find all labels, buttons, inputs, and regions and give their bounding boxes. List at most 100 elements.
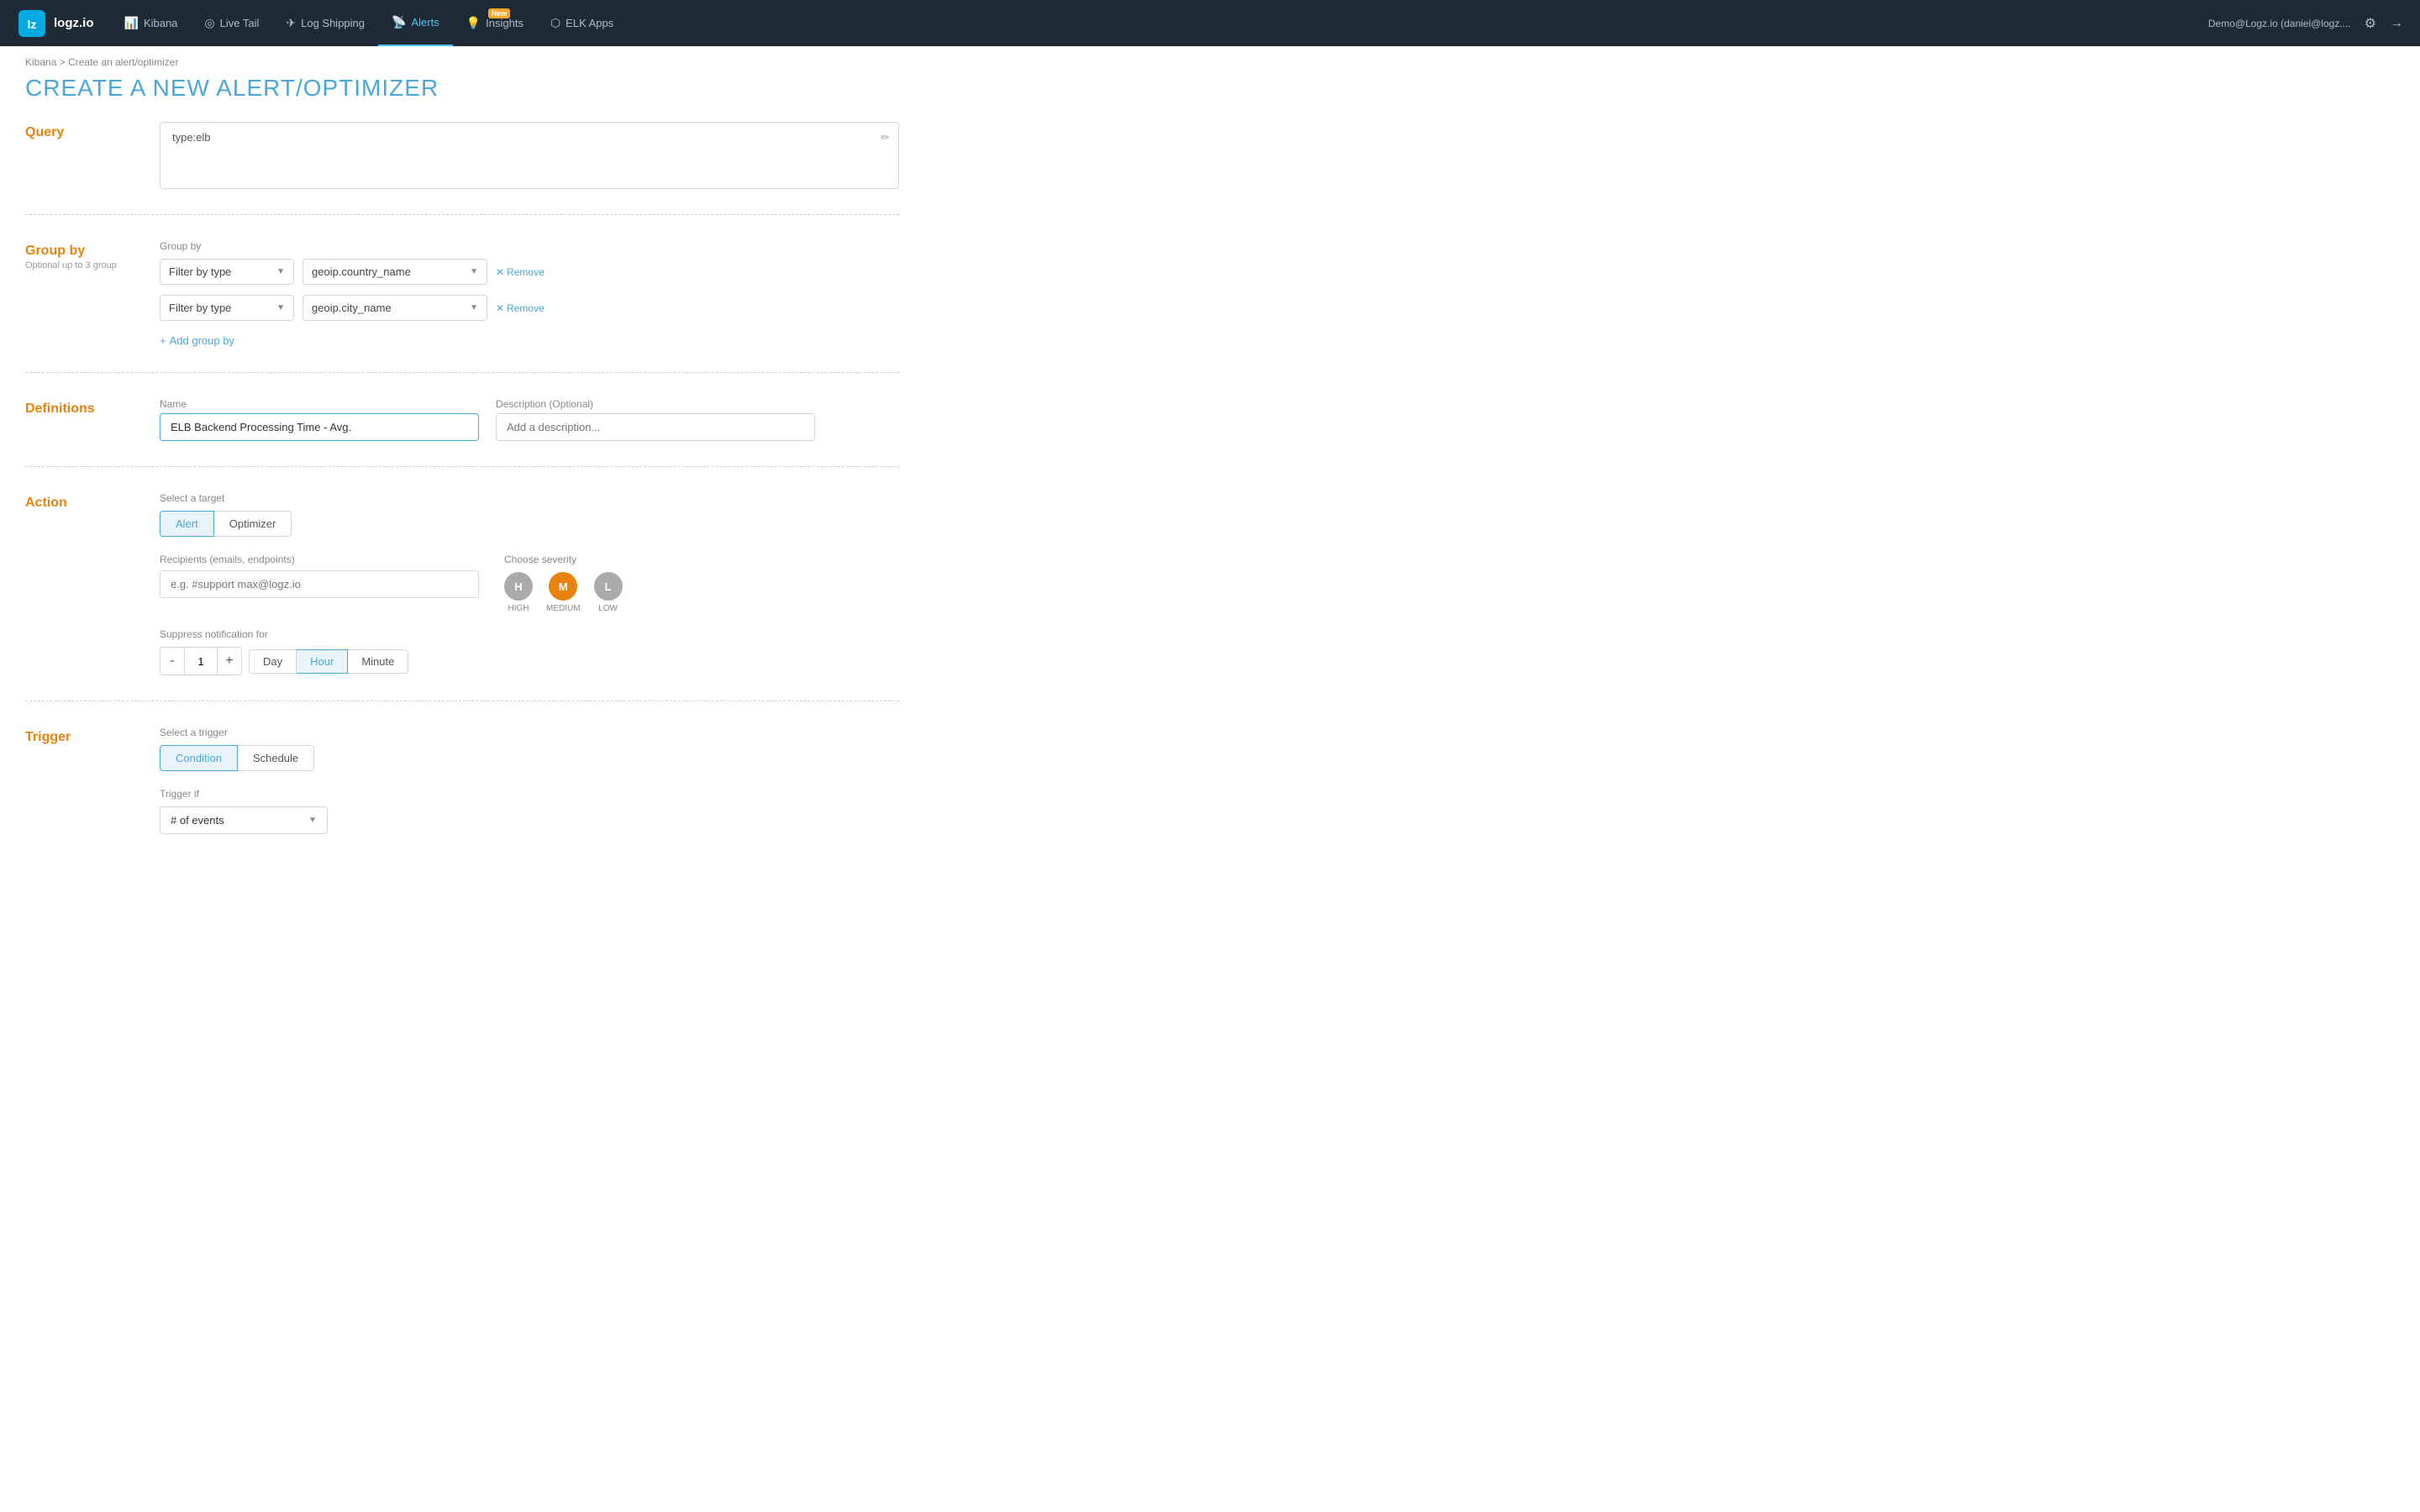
- group-by-field-select-2[interactable]: geoip.city_name ▼: [302, 295, 487, 321]
- condition-button[interactable]: Condition: [160, 745, 238, 771]
- group-by-row-2: Filter by type ▼ geoip.city_name ▼ ✕ Rem…: [160, 295, 899, 321]
- query-value: type:elb: [172, 131, 211, 144]
- nav-alerts-label: Alerts: [411, 16, 439, 29]
- suppress-minus-button[interactable]: -: [160, 648, 184, 675]
- action-section: Action Select a target Alert Optimizer R…: [25, 492, 899, 701]
- page-title: CREATE A NEW ALERT/OPTIMIZER: [0, 75, 2420, 122]
- remove-group-1-button[interactable]: ✕ Remove: [496, 266, 544, 278]
- breadcrumb-separator: >: [60, 56, 66, 68]
- nav-elk-apps[interactable]: ⬡ ELK Apps: [537, 0, 627, 46]
- group-by-field-select-1[interactable]: geoip.country_name ▼: [302, 259, 487, 285]
- trigger-if-select[interactable]: # of events ▼: [160, 806, 328, 834]
- suppress-row: - + Day Hour Minute: [160, 647, 899, 675]
- recipients-section: Recipients (emails, endpoints): [160, 554, 479, 598]
- severity-high-label: HIGH: [508, 604, 529, 613]
- severity-low-circle: L: [594, 572, 623, 601]
- group-by-row-1: Filter by type ▼ geoip.country_name ▼ ✕ …: [160, 259, 899, 285]
- group-by-section-label: Group by Optional up to 3 group: [25, 240, 160, 270]
- severity-label: Choose severity: [504, 554, 623, 565]
- schedule-button[interactable]: Schedule: [238, 745, 314, 771]
- group-by-type-select-1[interactable]: Filter by type ▼: [160, 259, 294, 285]
- breadcrumb-kibana[interactable]: Kibana: [25, 56, 56, 68]
- nav-live-tail[interactable]: ◎ Live Tail: [191, 0, 272, 46]
- settings-button[interactable]: ⚙: [2365, 15, 2376, 32]
- chevron-down-icon: ▼: [308, 816, 317, 825]
- severity-low[interactable]: L LOW: [594, 572, 623, 613]
- nav-live-tail-label: Live Tail: [220, 17, 260, 29]
- definitions-section: Definitions Name Description (Optional): [25, 398, 899, 467]
- severity-high[interactable]: H HIGH: [504, 572, 533, 613]
- nav-alerts[interactable]: 📡 Alerts: [378, 0, 453, 46]
- severity-medium[interactable]: M MEDIUM: [546, 572, 581, 613]
- kibana-icon: 📊: [124, 16, 139, 30]
- trigger-if-label: Trigger if: [160, 788, 899, 800]
- definitions-section-label: Definitions: [25, 398, 160, 417]
- navbar-right: Demo@Logz.io (daniel@logz.... ⚙ →: [2208, 15, 2403, 32]
- main-content: Query type:elb ✏ Group by Optional up to…: [0, 122, 924, 935]
- query-box[interactable]: type:elb ✏: [160, 122, 899, 189]
- time-button-group: Day Hour Minute: [249, 649, 408, 674]
- recipients-row: Recipients (emails, endpoints) Choose se…: [160, 554, 899, 615]
- trigger-section: Trigger Select a trigger Condition Sched…: [25, 727, 899, 859]
- logo[interactable]: lz logz.io: [17, 8, 94, 39]
- recipients-input[interactable]: [160, 570, 479, 598]
- action-section-body: Select a target Alert Optimizer Recipien…: [160, 492, 899, 675]
- time-hour-button[interactable]: Hour: [297, 649, 348, 674]
- alerts-icon: 📡: [392, 15, 406, 29]
- nav-insights[interactable]: 💡 Insights New: [453, 0, 537, 46]
- severity-high-circle: H: [504, 572, 533, 601]
- chevron-down-icon: ▼: [276, 303, 285, 312]
- remove-2-x-icon: ✕: [496, 302, 504, 314]
- navbar: lz logz.io 📊 Kibana ◎ Live Tail ✈ Log Sh…: [0, 0, 2420, 46]
- group-by-section: Group by Optional up to 3 group Group by…: [25, 240, 899, 373]
- suppress-value-input[interactable]: [184, 648, 218, 675]
- definitions-row: Name Description (Optional): [160, 398, 899, 441]
- alert-button[interactable]: Alert: [160, 511, 214, 537]
- suppress-plus-button[interactable]: +: [218, 648, 241, 675]
- nav-log-shipping[interactable]: ✈ Log Shipping: [272, 0, 378, 46]
- plus-icon: +: [160, 334, 166, 347]
- time-minute-button[interactable]: Minute: [348, 649, 408, 674]
- trigger-section-body: Select a trigger Condition Schedule Trig…: [160, 727, 899, 834]
- desc-label: Description (Optional): [496, 398, 815, 410]
- optimizer-button[interactable]: Optimizer: [214, 511, 292, 537]
- add-group-by-button[interactable]: + Add group by: [160, 334, 234, 347]
- nav-elk-apps-label: ELK Apps: [566, 17, 613, 29]
- description-field: Description (Optional): [496, 398, 815, 441]
- chevron-down-icon: ▼: [276, 267, 285, 276]
- target-button-group: Alert Optimizer: [160, 511, 899, 537]
- trigger-if-value: # of events: [171, 814, 224, 827]
- name-field: Name: [160, 398, 479, 441]
- breadcrumb-current: Create an alert/optimizer: [68, 56, 178, 68]
- recipients-label: Recipients (emails, endpoints): [160, 554, 479, 565]
- group-by-type-select-2[interactable]: Filter by type ▼: [160, 295, 294, 321]
- nav-items: 📊 Kibana ◎ Live Tail ✈ Log Shipping 📡 Al…: [111, 0, 2208, 46]
- nav-log-shipping-label: Log Shipping: [301, 17, 365, 29]
- nav-kibana[interactable]: 📊 Kibana: [111, 0, 192, 46]
- name-label: Name: [160, 398, 479, 410]
- target-label: Select a target: [160, 492, 899, 504]
- remove-group-2-button[interactable]: ✕ Remove: [496, 302, 544, 314]
- live-tail-icon: ◎: [204, 16, 214, 30]
- nav-kibana-label: Kibana: [144, 17, 177, 29]
- query-section-body: type:elb ✏: [160, 122, 899, 189]
- insights-icon: 💡: [466, 16, 481, 30]
- severity-options: H HIGH M MEDIUM L: [504, 572, 623, 613]
- trigger-select-label: Select a trigger: [160, 727, 899, 738]
- insights-badge: New: [488, 8, 511, 18]
- severity-low-label: LOW: [598, 604, 618, 613]
- trigger-button-group: Condition Schedule: [160, 745, 899, 771]
- description-input[interactable]: [496, 413, 815, 441]
- time-day-button[interactable]: Day: [249, 649, 297, 674]
- user-menu[interactable]: Demo@Logz.io (daniel@logz....: [2208, 18, 2351, 29]
- query-edit-icon[interactable]: ✏: [881, 131, 890, 144]
- logo-text: logz.io: [54, 16, 94, 30]
- logout-button[interactable]: →: [2390, 16, 2403, 31]
- suppress-section: Suppress notification for - + Day Hour M…: [160, 628, 899, 675]
- nav-insights-label: Insights: [486, 17, 523, 29]
- name-input[interactable]: [160, 413, 479, 441]
- severity-section: Choose severity H HIGH M MEDIU: [504, 554, 623, 613]
- chevron-down-icon: ▼: [470, 303, 478, 312]
- breadcrumb: Kibana > Create an alert/optimizer: [0, 46, 2420, 75]
- severity-medium-circle: M: [549, 572, 577, 601]
